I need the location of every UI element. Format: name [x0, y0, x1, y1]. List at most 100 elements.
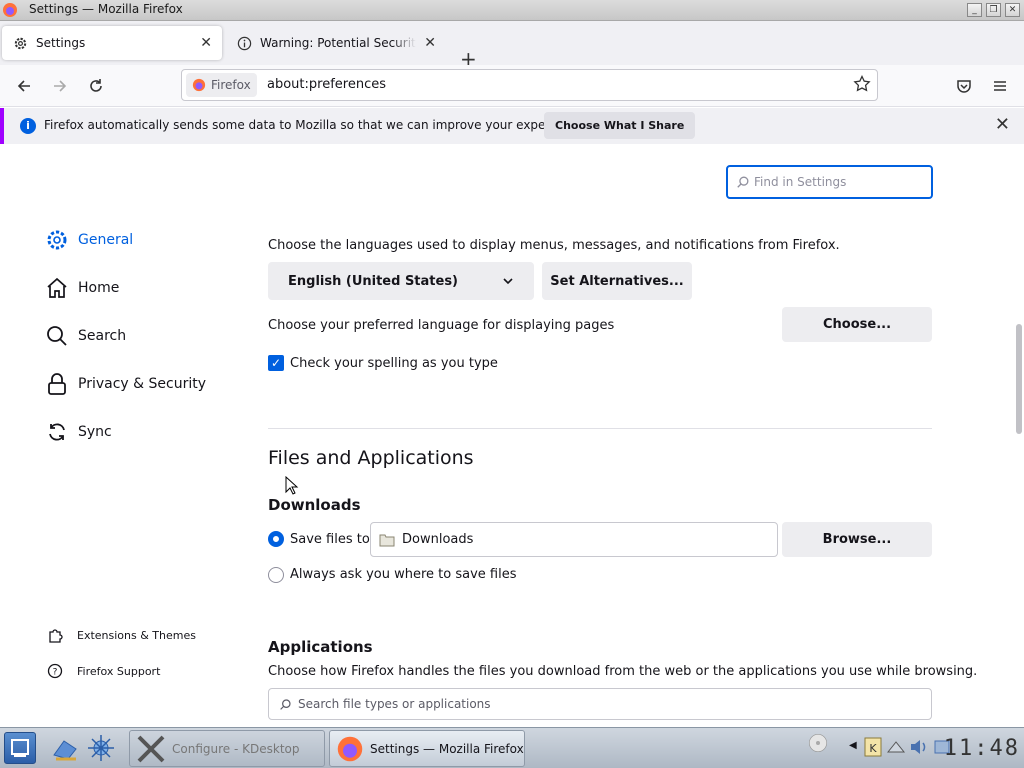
- spell-check-checkbox[interactable]: ✓: [268, 355, 284, 371]
- tab-label: Settings: [36, 36, 86, 50]
- page-scrollbar[interactable]: [1014, 144, 1024, 727]
- search-file-types-placeholder: Search file types or applications: [298, 697, 491, 711]
- minimize-button[interactable]: _: [967, 3, 982, 17]
- sync-icon: [44, 419, 70, 445]
- pocket-icon: [957, 80, 971, 93]
- clock[interactable]: 11:48: [944, 736, 1020, 761]
- download-folder-field: Downloads: [370, 522, 778, 557]
- close-tab-icon[interactable]: ✕: [200, 35, 212, 51]
- find-in-settings-input[interactable]: Find in Settings: [726, 165, 933, 199]
- sidebar-item-label: Privacy & Security: [78, 376, 206, 392]
- sidebar-extensions-themes[interactable]: Extensions & Themes: [46, 626, 196, 644]
- sidebar-item-search[interactable]: Search: [44, 323, 126, 349]
- scrollbar-thumb[interactable]: [1016, 324, 1022, 434]
- find-in-settings-placeholder: Find in Settings: [754, 175, 847, 189]
- search-file-types-input[interactable]: Search file types or applications: [268, 688, 932, 720]
- search-icon: [737, 176, 749, 188]
- network-icon[interactable]: [886, 736, 906, 758]
- mouse-cursor-icon: [285, 476, 299, 495]
- tray-expand-arrow-icon[interactable]: ◀: [849, 740, 857, 751]
- task-firefox[interactable]: Settings — Mozilla Firefox: [329, 730, 525, 767]
- x-app-icon: [137, 735, 165, 762]
- lock-icon: [44, 371, 70, 397]
- klipper-icon[interactable]: K: [863, 736, 883, 758]
- gear-icon: [12, 35, 28, 51]
- sidebar-item-home[interactable]: Home: [44, 275, 119, 301]
- folder-icon: [379, 534, 395, 546]
- reload-button[interactable]: [84, 74, 108, 98]
- svg-text:K: K: [869, 742, 877, 755]
- files-applications-heading: Files and Applications: [268, 447, 474, 469]
- chevron-down-icon: [503, 278, 513, 285]
- back-arrow-icon: [17, 80, 30, 92]
- language-select-value: English (United States): [288, 273, 459, 289]
- always-ask-label: Always ask you where to save files: [290, 567, 517, 582]
- sidebar-item-label: Home: [78, 280, 120, 296]
- sidebar-item-label: Search: [78, 328, 127, 344]
- svg-text:?: ?: [53, 668, 58, 678]
- tab-settings[interactable]: Settings ✕: [2, 26, 222, 60]
- language-select[interactable]: English (United States): [268, 262, 534, 300]
- identity-label: Firefox: [211, 78, 251, 92]
- sidebar-item-sync[interactable]: Sync: [44, 419, 112, 445]
- sidebar-item-general[interactable]: General: [44, 227, 133, 253]
- sidebar-item-label: General: [78, 232, 134, 248]
- konqueror-icon[interactable]: [86, 733, 116, 763]
- tab-label: Warning: Potential Security Risk: [260, 36, 416, 50]
- window-title: Settings — Mozilla Firefox: [29, 2, 183, 16]
- tab-bar: Settings ✕ Warning: Potential Security R…: [0, 21, 1024, 71]
- firefox-logo-icon: [337, 736, 363, 761]
- info-icon: i: [20, 118, 36, 134]
- identity-box[interactable]: Firefox: [186, 73, 257, 97]
- home-icon: [44, 275, 70, 301]
- taskbar: Configure - KDesktop Settings — Mozilla …: [0, 727, 1024, 768]
- window-titlebar: Settings — Mozilla Firefox _ ❐ ✕: [0, 0, 1024, 21]
- applications-heading: Applications: [268, 638, 373, 656]
- bookmark-star-icon[interactable]: [853, 75, 871, 93]
- search-icon: [280, 698, 291, 710]
- choose-language-button[interactable]: Choose...: [782, 307, 932, 342]
- section-divider: [268, 428, 932, 429]
- forward-button[interactable]: [48, 74, 72, 98]
- choose-what-i-share-button[interactable]: Choose What I Share: [544, 112, 696, 139]
- page-language-label: Choose your preferred language for displ…: [268, 318, 615, 333]
- help-icon: ?: [46, 662, 64, 680]
- volume-icon[interactable]: [909, 736, 929, 758]
- maximize-button[interactable]: ❐: [986, 3, 1001, 17]
- kde-menu-icon: [11, 739, 29, 757]
- sidebar-firefox-support[interactable]: ? Firefox Support: [46, 662, 160, 680]
- url-text[interactable]: about:preferences: [267, 77, 386, 92]
- back-button[interactable]: [12, 74, 36, 98]
- applications-description: Choose how Firefox handles the files you…: [268, 664, 978, 679]
- spell-check-label: Check your spelling as you type: [290, 356, 498, 371]
- start-menu-button[interactable]: [4, 732, 36, 764]
- cd-drive-icon[interactable]: [808, 732, 828, 754]
- menu-button[interactable]: [988, 74, 1012, 98]
- task-label: Settings — Mozilla Firefox: [370, 741, 524, 756]
- hamburger-menu-icon: [994, 81, 1006, 91]
- forward-arrow-icon: [54, 80, 67, 92]
- browse-button[interactable]: Browse...: [782, 522, 932, 557]
- search-icon: [44, 323, 70, 349]
- notification-message: Firefox automatically sends some data to…: [44, 118, 587, 132]
- sidebar-item-privacy-security[interactable]: Privacy & Security: [44, 371, 206, 397]
- close-notification-icon[interactable]: ✕: [995, 114, 1010, 135]
- save-files-radio[interactable]: [268, 531, 284, 547]
- desktop-icon[interactable]: [50, 733, 80, 763]
- close-tab-icon[interactable]: ✕: [424, 35, 436, 51]
- task-label: Configure - KDesktop: [172, 741, 300, 756]
- set-alternatives-button[interactable]: Set Alternatives...: [542, 262, 692, 300]
- sidebar-item-label: Sync: [78, 424, 112, 440]
- pocket-button[interactable]: [952, 74, 976, 98]
- language-description: Choose the languages used to display men…: [268, 238, 840, 253]
- task-configure-kdesktop[interactable]: Configure - KDesktop: [129, 730, 325, 767]
- always-ask-radio[interactable]: [268, 567, 284, 583]
- close-window-button[interactable]: ✕: [1005, 3, 1020, 17]
- gear-icon: [44, 227, 70, 253]
- reload-icon: [90, 79, 102, 92]
- puzzle-icon: [46, 626, 64, 644]
- navigation-toolbar: Firefox about:preferences: [0, 65, 1024, 107]
- url-bar[interactable]: Firefox about:preferences: [181, 69, 878, 101]
- info-icon: [236, 35, 252, 51]
- tab-security-warning[interactable]: Warning: Potential Security Risk ✕: [226, 26, 446, 60]
